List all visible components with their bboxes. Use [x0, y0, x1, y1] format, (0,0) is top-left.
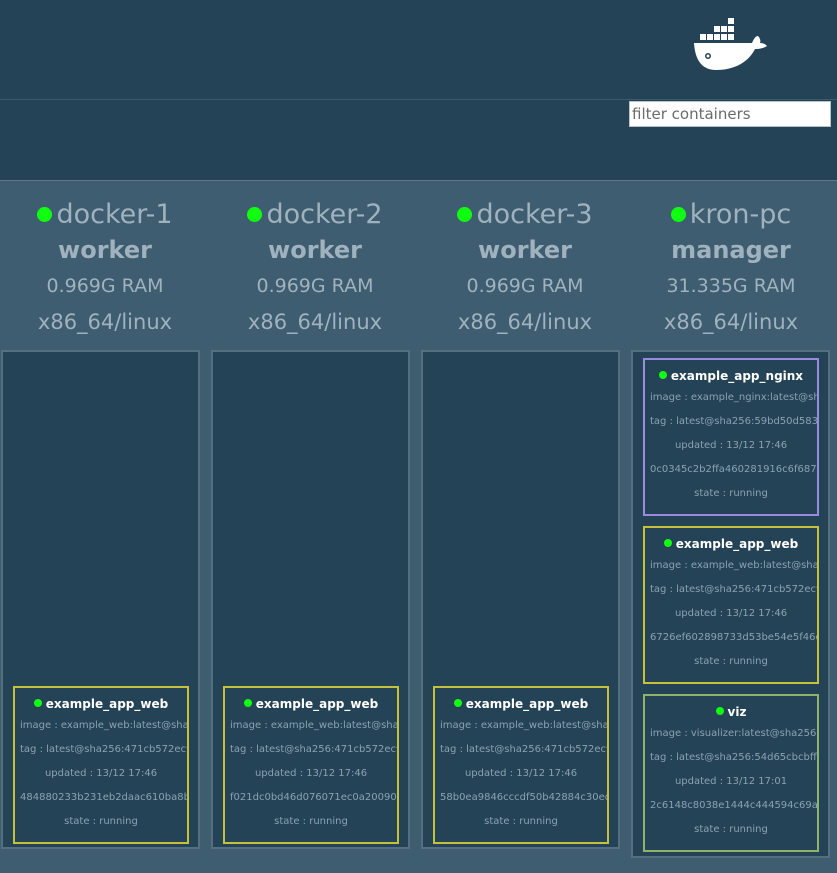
node-kron-pc: kron-pc manager 31.335G RAM x86_64/linux [626, 180, 836, 340]
task-image: image : example_web:latest@sha256 [230, 720, 399, 731]
node-ram: 31.335G RAM [666, 275, 796, 297]
node-container-area: example_app_nginx image : example_nginx:… [631, 350, 830, 858]
task-image: image : example_nginx:latest@sha25 [650, 392, 817, 403]
status-dot-icon [658, 371, 667, 379]
task-updated: updated : 13/12 17:46 [44, 768, 158, 779]
task-image: image : example_web:latest@sha256 [20, 720, 189, 731]
node-os: x86_64/linux [663, 310, 799, 334]
node-docker-2: docker-2 worker 0.969G RAM x86_64/linux [210, 180, 420, 340]
node-name: kron-pc [626, 198, 836, 232]
status-dot-icon [663, 539, 672, 547]
task-id: 484880233b231eb2daac610ba8b87 [20, 792, 189, 803]
task-card[interactable]: example_app_nginx image : example_nginx:… [643, 358, 819, 516]
node-role: worker [268, 236, 362, 264]
node-name: docker-3 [420, 198, 630, 232]
task-tag: tag : latest@sha256:471cb572ec9a34 [230, 744, 397, 755]
task-title: example_app_web [15, 697, 187, 714]
task-id: 58b0ea9846cccdf50b42884c30eda9 [440, 792, 609, 803]
task-tag: tag : latest@sha256:471cb572ec9a34 [20, 744, 187, 755]
node-ram: 0.969G RAM [466, 275, 584, 297]
task-id: 6726ef602898733d53be54e5f46db5 [650, 632, 819, 643]
task-id: 0c0345c2b2ffa460281916c6f687512 [650, 464, 819, 475]
task-card[interactable]: example_app_web image : example_web:late… [223, 686, 399, 844]
task-card[interactable]: example_app_web image : example_web:late… [643, 526, 819, 684]
node-ram: 0.969G RAM [46, 275, 164, 297]
node-role: manager [671, 236, 791, 264]
task-image: image : example_web:latest@sha256 [650, 560, 819, 571]
task-card[interactable]: example_app_web image : example_web:late… [13, 686, 189, 844]
task-state: state : running [274, 816, 348, 827]
task-state: state : running [64, 816, 138, 827]
task-title: example_app_web [645, 537, 817, 554]
status-dot-icon [37, 207, 53, 222]
task-image: image : visualizer:latest@sha256:54c [650, 728, 817, 739]
task-updated: updated : 13/12 17:01 [674, 776, 788, 787]
node-role: worker [58, 236, 152, 264]
node-name: docker-1 [0, 198, 210, 232]
node-docker-1: docker-1 worker 0.969G RAM x86_64/linux [0, 180, 210, 340]
status-dot-icon [457, 207, 473, 222]
status-dot-icon [715, 707, 724, 715]
task-updated: updated : 13/12 17:46 [674, 608, 788, 619]
task-updated: updated : 13/12 17:46 [464, 768, 578, 779]
node-os: x86_64/linux [247, 310, 383, 334]
status-dot-icon [670, 207, 686, 222]
status-dot-icon [243, 699, 252, 707]
task-image: image : example_web:latest@sha256 [440, 720, 609, 731]
status-dot-icon [453, 699, 462, 707]
task-state: state : running [484, 816, 558, 827]
header [0, 0, 837, 180]
node-name: docker-2 [210, 198, 420, 232]
task-title: example_app_nginx [645, 369, 817, 386]
task-title: viz [645, 705, 817, 722]
node-os: x86_64/linux [457, 310, 593, 334]
task-card[interactable]: example_app_web image : example_web:late… [433, 686, 609, 844]
task-updated: updated : 13/12 17:46 [254, 768, 368, 779]
task-card[interactable]: viz image : visualizer:latest@sha256:54c… [643, 694, 819, 852]
node-role: worker [478, 236, 572, 264]
task-tag: tag : latest@sha256:54d65cbcbff52e [650, 752, 819, 763]
task-id: 2c6148c8038e1444c444594c69a227 [650, 800, 819, 811]
task-updated: updated : 13/12 17:46 [674, 440, 788, 451]
node-container-area: example_app_web image : example_web:late… [1, 350, 200, 849]
task-tag: tag : latest@sha256:471cb572ec9a34 [650, 584, 817, 595]
task-id: f021dc0bd46d076071ec0a20090405 [230, 792, 399, 803]
node-os: x86_64/linux [37, 310, 173, 334]
task-state: state : running [694, 488, 768, 499]
task-tag: tag : latest@sha256:471cb572ec9a34 [440, 744, 607, 755]
node-ram: 0.969G RAM [256, 275, 374, 297]
task-state: state : running [694, 656, 768, 667]
task-title: example_app_web [225, 697, 397, 714]
node-container-area: example_app_web image : example_web:late… [211, 350, 410, 849]
status-dot-icon [33, 699, 42, 707]
node-docker-3: docker-3 worker 0.969G RAM x86_64/linux [420, 180, 630, 340]
task-title: example_app_web [435, 697, 607, 714]
node-container-area: example_app_web image : example_web:late… [421, 350, 620, 849]
task-tag: tag : latest@sha256:59bd50d5833c7 [650, 416, 819, 427]
header-divider [0, 99, 837, 100]
task-state: state : running [694, 824, 768, 835]
docker-whale-icon [694, 18, 767, 70]
status-dot-icon [247, 207, 263, 222]
filter-containers-input[interactable] [629, 101, 831, 127]
